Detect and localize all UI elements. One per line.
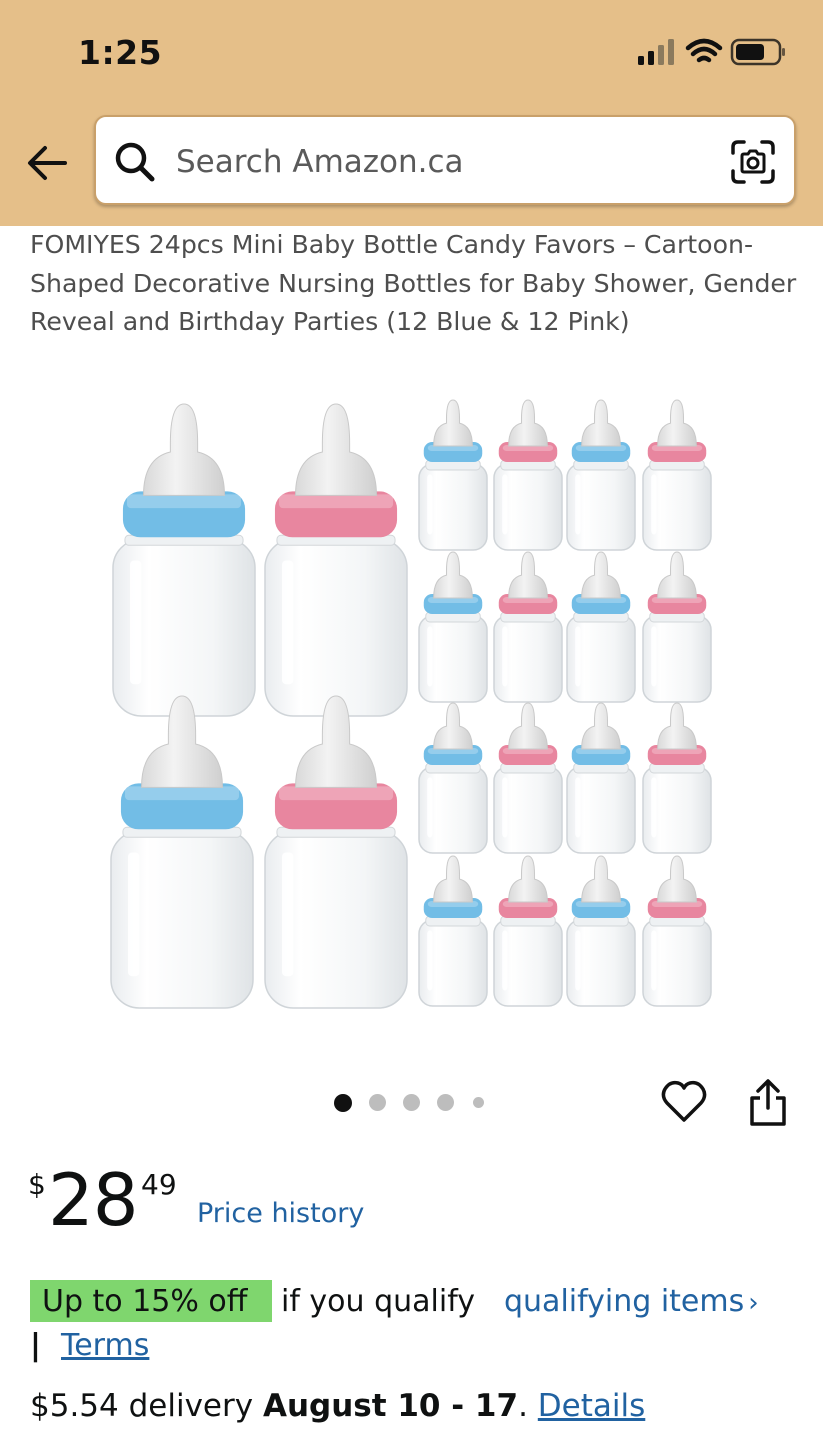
battery-icon bbox=[730, 38, 785, 66]
baby-bottle bbox=[566, 399, 636, 551]
baby-bottle bbox=[566, 551, 636, 703]
chevron-right-icon: › bbox=[748, 1288, 759, 1318]
search-icon bbox=[115, 142, 155, 182]
baby-bottle bbox=[110, 695, 254, 1009]
carousel-dot[interactable] bbox=[369, 1094, 386, 1111]
image-carousel-dots[interactable] bbox=[334, 1093, 494, 1113]
wifi-icon bbox=[685, 38, 723, 63]
product-title: FOMIYES 24pcs Mini Baby Bottle Candy Fav… bbox=[30, 230, 797, 336]
camera-search-icon[interactable] bbox=[730, 139, 776, 185]
baby-bottle bbox=[642, 855, 712, 1007]
cellular-signal-icon bbox=[638, 39, 674, 65]
search-input[interactable] bbox=[174, 133, 718, 191]
delivery-details-link[interactable]: Details bbox=[538, 1388, 645, 1424]
status-icons bbox=[638, 38, 785, 66]
baby-bottle bbox=[418, 702, 488, 854]
carousel-dot[interactable] bbox=[473, 1097, 484, 1108]
baby-bottle bbox=[493, 855, 563, 1007]
price-history-link[interactable]: Price history bbox=[197, 1198, 364, 1229]
baby-bottle bbox=[418, 399, 488, 551]
baby-bottle bbox=[566, 702, 636, 854]
terms-link[interactable]: Terms bbox=[61, 1324, 149, 1368]
qualifying-items-link[interactable]: qualifying items › bbox=[504, 1280, 759, 1325]
carousel-dot[interactable] bbox=[437, 1094, 454, 1111]
delivery-dates: August 10 - 17 bbox=[262, 1388, 519, 1424]
baby-bottle bbox=[493, 702, 563, 854]
promo-row: Up to 15% off if you qualify qualifying … bbox=[30, 1280, 810, 1324]
baby-bottle bbox=[112, 403, 256, 717]
baby-bottle bbox=[264, 695, 408, 1009]
baby-bottle bbox=[493, 551, 563, 703]
carousel-dot[interactable] bbox=[403, 1094, 420, 1111]
qualifying-items-label: qualifying items bbox=[504, 1284, 745, 1319]
baby-bottle bbox=[264, 403, 408, 717]
back-arrow-icon bbox=[28, 146, 67, 180]
baby-bottle bbox=[642, 702, 712, 854]
baby-bottle bbox=[418, 855, 488, 1007]
share-icon[interactable] bbox=[746, 1078, 790, 1128]
header-bar: 1:25 bbox=[0, 0, 823, 226]
back-button[interactable] bbox=[22, 138, 72, 188]
baby-bottle bbox=[642, 399, 712, 551]
separator: | bbox=[30, 1328, 41, 1363]
price-whole: 28 bbox=[48, 1158, 139, 1242]
product-image[interactable] bbox=[104, 396, 720, 1016]
status-time: 1:25 bbox=[78, 33, 163, 72]
baby-bottle bbox=[418, 551, 488, 703]
baby-bottle bbox=[642, 551, 712, 703]
baby-bottle bbox=[566, 855, 636, 1007]
carousel-dot[interactable] bbox=[334, 1094, 352, 1112]
price-currency: $ bbox=[28, 1168, 46, 1201]
heart-icon[interactable] bbox=[660, 1078, 708, 1126]
delivery-info: $5.54 delivery August 10 - 17. Details bbox=[30, 1384, 645, 1428]
discount-badge: Up to 15% off bbox=[30, 1280, 272, 1322]
search-bar[interactable] bbox=[94, 115, 796, 205]
price-fraction: 49 bbox=[141, 1168, 177, 1201]
promo-qualify-text: if you qualify bbox=[281, 1284, 475, 1319]
delivery-price: $5.54 delivery bbox=[30, 1388, 254, 1424]
delivery-punct: . bbox=[518, 1388, 528, 1424]
baby-bottle bbox=[493, 399, 563, 551]
